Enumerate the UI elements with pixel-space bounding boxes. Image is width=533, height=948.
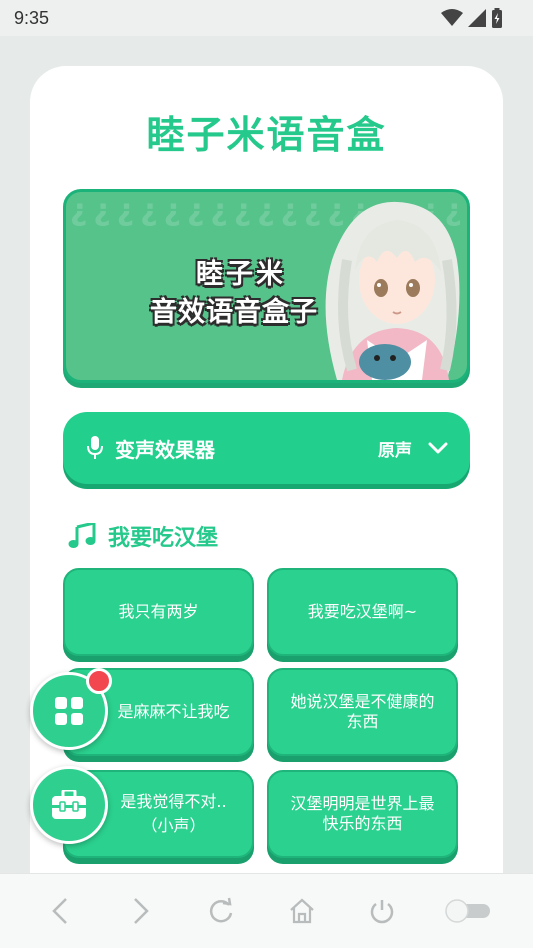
sound-button[interactable]: 我要吃汉堡啊~	[267, 568, 458, 656]
mic-icon	[87, 436, 103, 459]
signal-icon	[468, 9, 486, 27]
banner-title-line1: 睦子米	[196, 259, 286, 290]
character-illustration	[325, 201, 460, 380]
status-icons	[441, 8, 503, 28]
refresh-button[interactable]	[201, 891, 241, 931]
toggle-icon	[445, 899, 490, 923]
sound-button-text: 我要吃汉堡啊~	[307, 602, 418, 621]
home-icon	[290, 898, 314, 924]
power-button[interactable]	[362, 891, 402, 931]
sound-button[interactable]: 她说汉堡是不健康的 东西	[267, 668, 458, 756]
sound-button-text: 她说汉堡是不健康的	[290, 692, 435, 711]
refresh-icon	[210, 897, 233, 923]
music-note-icon	[68, 523, 96, 548]
sound-button[interactable]: 汉堡明明是世界上最 快乐的东西	[267, 770, 458, 858]
chevron-down-icon[interactable]	[428, 442, 448, 454]
sound-button-text-2: 东西	[346, 712, 379, 731]
power-icon	[371, 900, 394, 924]
mode-toggle[interactable]	[443, 891, 493, 931]
sound-button-text: 汉堡明明是世界上最	[290, 794, 435, 813]
banner[interactable]: ¿¿¿¿¿¿¿¿¿¿¿¿¿¿¿¿¿¿¿¿¿¿¿¿¿¿¿¿¿¿¿¿¿¿¿¿¿¿¿¿…	[63, 189, 470, 383]
voice-changer-label: 变声效果器	[115, 437, 215, 462]
bottom-navigation	[0, 873, 533, 948]
toolbox-button[interactable]	[30, 766, 108, 844]
battery-icon	[492, 8, 502, 28]
voice-changer-value: 原声	[378, 440, 412, 461]
section-title-text: 我要吃汉堡	[108, 526, 219, 551]
forward-button[interactable]	[121, 891, 161, 931]
voice-changer-bar[interactable]: 变声效果器 原声	[63, 412, 470, 484]
sound-button-text-2: 快乐的东西	[322, 814, 403, 833]
sound-button[interactable]: 我只有两岁	[63, 568, 254, 656]
sound-button-text: 是我觉得不对..	[120, 792, 227, 811]
banner-title-line2: 音效语音盒子	[150, 297, 318, 328]
home-button[interactable]	[282, 891, 322, 931]
forward-icon	[133, 898, 149, 924]
status-bar: 9:35	[0, 0, 533, 36]
section-title: 我要吃汉堡	[68, 520, 218, 552]
app-title: 睦子米语音盒	[146, 113, 387, 157]
back-icon	[52, 898, 68, 924]
sound-button-text: 是麻麻不让我吃	[117, 702, 230, 721]
sound-button-text: 我只有两岁	[118, 602, 199, 621]
notification-badge	[86, 668, 112, 694]
back-button[interactable]	[40, 891, 80, 931]
grid-icon	[55, 697, 83, 725]
sound-button-text-2: （小声）	[141, 816, 206, 835]
status-time: 9:35	[14, 7, 50, 28]
wifi-icon	[441, 9, 463, 26]
toolbox-icon	[52, 790, 86, 819]
